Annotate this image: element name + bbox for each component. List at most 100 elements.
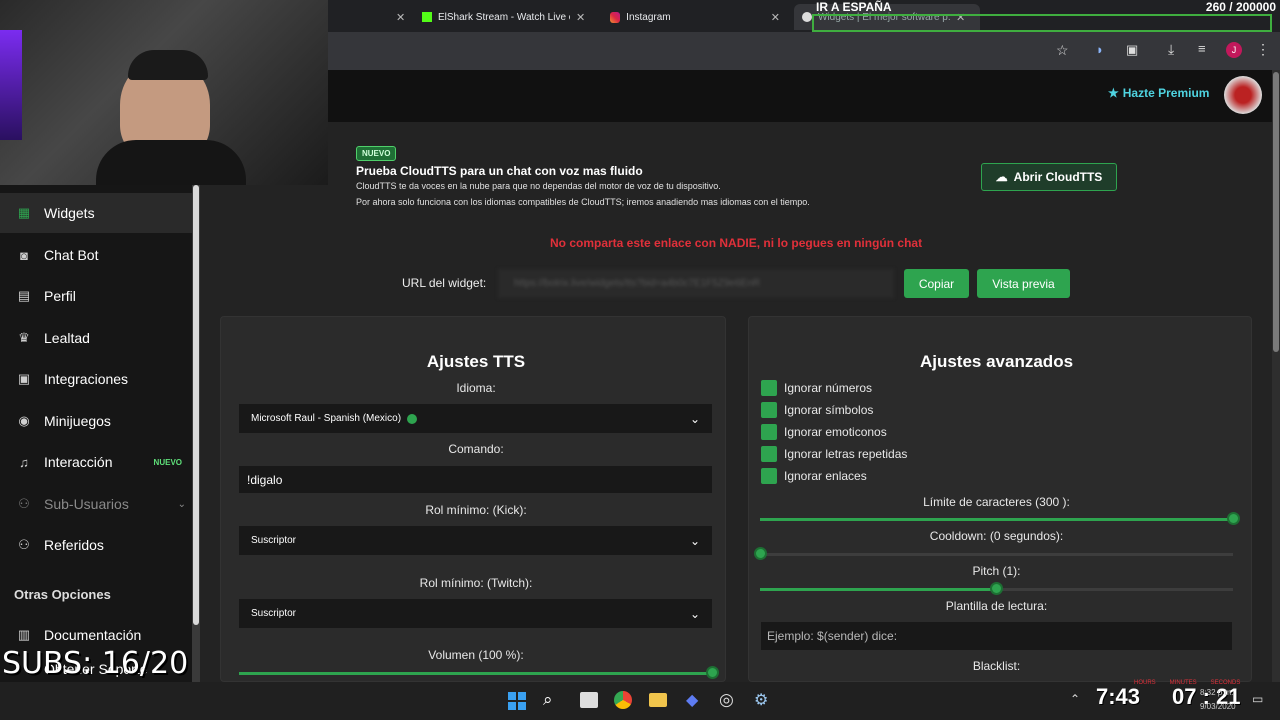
checkbox[interactable] (761, 446, 777, 462)
sidebar-item-perfil[interactable]: ▤ Perfil (0, 276, 192, 316)
sidebar-item-integraciones[interactable]: ▣ Integraciones (0, 359, 192, 399)
rol-twitch-label: Rol mínimo: (Twitch): (419, 576, 533, 590)
close-icon[interactable]: ✕ (576, 11, 585, 24)
checkbox[interactable] (761, 468, 777, 484)
volume-knob[interactable] (705, 666, 719, 679)
checkbox-list: Ignorar números Ignorar símbolos Ignorar… (761, 380, 907, 484)
tab-instagram[interactable]: Instagram ✕ (602, 4, 788, 30)
windows-start-icon[interactable] (508, 692, 526, 710)
pitch-label: Pitch (1): (972, 564, 1021, 578)
webcam-overlay (0, 0, 328, 185)
chrome-icon[interactable] (614, 691, 632, 709)
search-icon[interactable]: ⌕ (543, 690, 553, 710)
limit-fill (760, 518, 1233, 521)
sidebar-item-minijuegos[interactable]: ◉ Minijuegos (0, 401, 192, 441)
shirt (96, 140, 246, 185)
tab-close-icon[interactable]: ✕ (388, 4, 413, 30)
robot-icon: ◙ (20, 247, 28, 263)
checkbox[interactable] (761, 402, 777, 418)
rgb-light (0, 30, 22, 140)
comando-input[interactable]: !digalo (239, 466, 712, 493)
pitch-knob[interactable] (990, 582, 1003, 595)
premium-link[interactable]: ★ Hazte Premium (1108, 86, 1209, 100)
goal-counter: 260 / 200000 (1205, 0, 1276, 14)
cooldown-slider[interactable] (760, 553, 1233, 556)
gamepad-icon: ◉ (18, 413, 30, 428)
sidebar-item-lealtad[interactable]: ♛ Lealtad (0, 318, 192, 358)
check-ignorar-numeros[interactable]: Ignorar números (761, 380, 907, 396)
kick-icon (422, 12, 432, 22)
cap (128, 50, 208, 80)
sidebar-item-referidos[interactable]: ⚇ Referidos (0, 525, 192, 565)
extensions-icon[interactable]: ▣ (1126, 42, 1138, 58)
advanced-title: Ajustes avanzados (919, 352, 1074, 371)
users-icon: ⚇ (18, 496, 30, 511)
grid-icon: ▦ (17, 205, 31, 220)
top-nav: ★ Hazte Premium (328, 70, 1272, 122)
limit-knob[interactable] (1226, 512, 1240, 525)
checkbox[interactable] (761, 380, 777, 396)
rol-twitch-select[interactable]: Suscriptor ⌄ (239, 599, 712, 628)
task-view-icon[interactable] (580, 692, 598, 708)
pitch-fill (760, 588, 997, 591)
check-ignorar-emoticonos[interactable]: Ignorar emoticonos (761, 424, 907, 440)
obs-icon[interactable]: ◎ (719, 690, 734, 710)
blacklist-label: Blacklist: (972, 659, 1021, 673)
banner-line2: Por ahora solo funciona con los idiomas … (356, 197, 810, 207)
menu-icon[interactable]: ⋮ (1256, 41, 1270, 58)
chevron-up-icon[interactable]: ⌃ (1070, 692, 1080, 706)
warning-text: No comparta este enlace con NADIE, ni lo… (550, 236, 923, 250)
sidebar-scroll-thumb[interactable] (193, 185, 199, 625)
sidebar-item-interaccion[interactable]: ♫ Interacción NUEVO (0, 442, 192, 482)
open-cloudtts-button[interactable]: ☁ Abrir CloudTTS (981, 163, 1117, 191)
sidebar-item-widgets[interactable]: ▦ Widgets (0, 193, 192, 233)
taskbar: ⌕ ◆ ◎ ⚙ ⌃ 7:43 HOURS MINUTES SECONDS 07 … (0, 680, 1280, 720)
check-ignorar-simbolos[interactable]: Ignorar símbolos (761, 402, 907, 418)
download-icon[interactable]: ⤓ (1168, 41, 1174, 58)
instagram-icon (610, 11, 621, 23)
section-heading: Otras Opciones (14, 587, 111, 602)
folder-icon[interactable] (649, 693, 667, 707)
profile-avatar[interactable]: J (1226, 42, 1242, 58)
banner-line1: CloudTTS te da voces en la nube para que… (356, 181, 721, 191)
limit-slider[interactable] (760, 518, 1233, 521)
copy-button[interactable]: Copiar (904, 269, 969, 298)
url-label: URL del widget: (402, 276, 487, 290)
page-scrollbar[interactable] (1272, 70, 1280, 682)
app-icon[interactable]: ◆ (686, 690, 698, 710)
media-icon[interactable]: ≡ (1198, 41, 1206, 56)
new-badge: NUEVO (153, 457, 182, 467)
new-badge: NUEVO (356, 146, 397, 161)
sidebar-item-subusuarios[interactable]: ⚇ Sub-Usuarios ⌄ (0, 484, 192, 524)
chevron-down-icon: ⌄ (689, 533, 700, 548)
widget-url-field[interactable]: https://botrix.live/widgets/tts?bid=a4b0… (498, 269, 894, 298)
comando-label: Comando: (448, 442, 504, 456)
subs-goal-overlay: SUBS: 16/20 (2, 646, 189, 681)
volume-label: Volumen (100 %): (428, 648, 524, 662)
idioma-select[interactable]: Microsoft Raul - Spanish (Mexico) ⌄ (239, 404, 712, 433)
cooldown-knob[interactable] (753, 547, 767, 560)
rol-kick-select[interactable]: Suscriptor ⌄ (239, 526, 712, 555)
tab-elshark[interactable]: ElShark Stream - Watch Live on ✕ (414, 4, 600, 30)
star-icon[interactable]: ☆ (1056, 42, 1069, 59)
stream-goal-bar (812, 14, 1272, 32)
close-icon[interactable]: ✕ (771, 11, 780, 24)
clock-overlay-left: 7:43 (1096, 684, 1141, 709)
checkbox[interactable] (761, 424, 777, 440)
id-card-icon: ▤ (17, 288, 31, 303)
cooldown-label: Cooldown: (0 segundos): (929, 529, 1064, 543)
check-ignorar-enlaces[interactable]: Ignorar enlaces (761, 468, 907, 484)
volume-slider[interactable] (239, 672, 712, 675)
preview-button[interactable]: Vista previa (977, 269, 1070, 298)
volume-fill (239, 672, 712, 675)
check-ignorar-letras[interactable]: Ignorar letras repetidas (761, 446, 907, 462)
sidebar: ▦ Widgets ◙ Chat Bot ▤ Perfil ♛ Lealtad … (0, 185, 200, 682)
user-avatar[interactable] (1224, 76, 1262, 114)
sidebar-item-chatbot[interactable]: ◙ Chat Bot (0, 235, 192, 275)
audio-icon[interactable]: ◗ (1096, 42, 1104, 57)
users-icon: ⚇ (18, 537, 30, 552)
notification-icon[interactable]: ▭ (1252, 692, 1263, 706)
template-input[interactable]: Ejemplo: $(sender) dice: (761, 622, 1232, 650)
steam-icon[interactable]: ⚙ (754, 690, 768, 710)
tts-title: Ajustes TTS (426, 352, 526, 371)
